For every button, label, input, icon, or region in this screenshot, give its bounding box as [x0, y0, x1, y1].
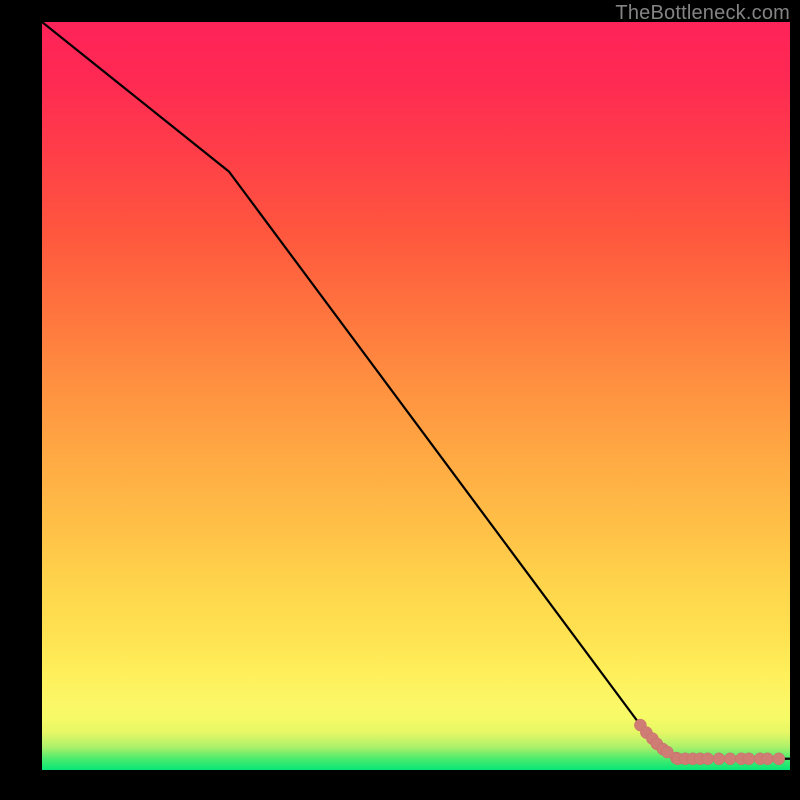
marker-point	[702, 753, 714, 765]
marker-point	[773, 753, 785, 765]
chart-canvas: TheBottleneck.com	[0, 0, 800, 800]
curve-line	[42, 22, 790, 759]
watermark-text: TheBottleneck.com	[615, 2, 790, 25]
curve-path	[42, 22, 790, 759]
marker-point	[713, 753, 725, 765]
marker-point	[743, 753, 755, 765]
marker-point	[762, 753, 774, 765]
marker-point	[724, 753, 736, 765]
marker-points	[634, 719, 784, 765]
plot-area	[42, 22, 790, 770]
chart-overlay	[42, 22, 790, 770]
